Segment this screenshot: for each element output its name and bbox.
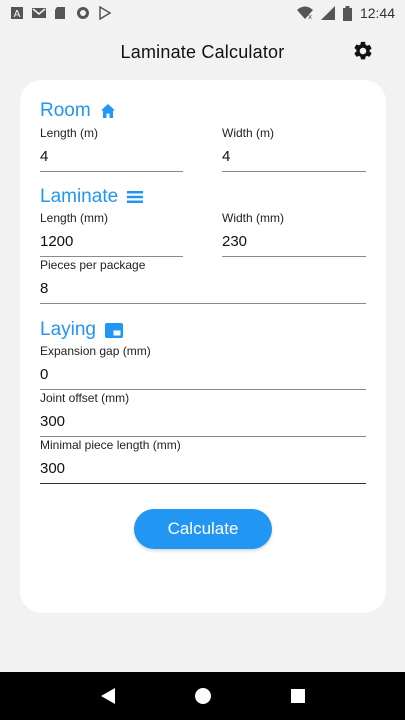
laminate-section-title: Laminate xyxy=(40,186,119,207)
room-width-label: Width (m) xyxy=(222,126,274,140)
calculate-button[interactable]: Calculate xyxy=(134,509,272,549)
navigation-bar xyxy=(0,672,405,720)
app-title: Laminate Calculator xyxy=(120,41,285,62)
circle-icon xyxy=(77,7,89,19)
laminate-length-input[interactable]: 1200 xyxy=(40,233,183,257)
pieces-per-package-field[interactable]: Pieces per package 8 xyxy=(40,258,366,304)
minimal-piece-length-label: Minimal piece length (mm) xyxy=(40,438,181,452)
pieces-per-package-input[interactable]: 8 xyxy=(40,280,366,304)
home-circle-icon xyxy=(194,688,211,704)
room-section-title: Room xyxy=(40,100,91,121)
home-button[interactable] xyxy=(191,684,215,708)
sd-card-icon xyxy=(55,7,65,19)
room-width-input[interactable]: 4 xyxy=(222,148,366,172)
expansion-gap-label: Expansion gap (mm) xyxy=(40,344,151,358)
laminate-width-input[interactable]: 230 xyxy=(222,233,366,257)
pieces-per-package-label: Pieces per package xyxy=(40,258,146,272)
calculator-card: Room Length (m) 4 Width (m) 4 Laminate L… xyxy=(20,80,386,613)
expansion-gap-field[interactable]: Expansion gap (mm) 0 xyxy=(40,344,366,390)
room-length-field[interactable]: Length (m) 4 xyxy=(40,126,183,172)
joint-offset-label: Joint offset (mm) xyxy=(40,391,130,405)
room-length-label: Length (m) xyxy=(40,126,99,140)
room-section-header: Room xyxy=(40,100,116,122)
room-width-field[interactable]: Width (m) 4 xyxy=(222,126,366,172)
joint-offset-field[interactable]: Joint offset (mm) 300 xyxy=(40,391,366,437)
status-bar: A x 12:44 xyxy=(0,0,405,26)
gmail-icon xyxy=(32,8,46,18)
back-button[interactable] xyxy=(96,684,120,708)
play-store-icon xyxy=(99,6,112,20)
minimal-piece-length-input[interactable]: 300 xyxy=(40,460,366,484)
laminate-length-field[interactable]: Length (mm) 1200 xyxy=(40,211,183,257)
laying-section-title: Laying xyxy=(40,319,96,340)
laminate-width-label: Width (mm) xyxy=(222,211,284,225)
gear-icon xyxy=(354,41,372,60)
svg-text:x: x xyxy=(308,13,312,20)
joint-offset-input[interactable]: 300 xyxy=(40,413,366,437)
status-right-icons: x 12:44 xyxy=(296,5,395,21)
list-icon xyxy=(127,191,144,203)
text-a-icon: A xyxy=(11,7,23,20)
signal-icon xyxy=(320,6,335,20)
laminate-width-field[interactable]: Width (mm) 230 xyxy=(222,211,366,257)
recents-button[interactable] xyxy=(286,684,310,708)
laying-section-header: Laying xyxy=(40,319,123,341)
status-left-icons: A xyxy=(10,6,112,20)
laminate-length-label: Length (mm) xyxy=(40,211,109,225)
svg-text:A: A xyxy=(14,9,21,20)
battery-icon xyxy=(342,5,352,21)
expansion-gap-input[interactable]: 0 xyxy=(40,366,366,390)
laminate-section-header: Laminate xyxy=(40,186,144,208)
app-bar: Laminate Calculator xyxy=(0,26,405,78)
laying-icon xyxy=(105,322,123,338)
settings-button[interactable] xyxy=(351,39,375,63)
minimal-piece-length-field[interactable]: Minimal piece length (mm) 300 xyxy=(40,438,366,484)
home-icon xyxy=(100,104,115,118)
room-length-input[interactable]: 4 xyxy=(40,148,183,172)
recents-square-icon xyxy=(290,689,305,703)
back-triangle-icon xyxy=(100,688,115,704)
wifi-icon: x xyxy=(296,6,313,20)
status-time: 12:44 xyxy=(359,5,395,21)
